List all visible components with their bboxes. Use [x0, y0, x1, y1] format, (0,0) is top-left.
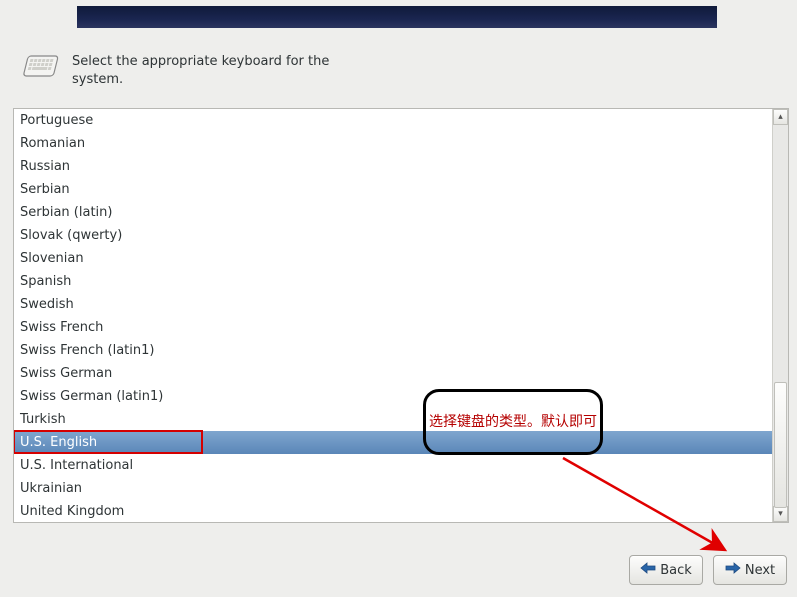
scroll-down-button[interactable]: ▾	[773, 506, 788, 522]
arrow-left-icon	[640, 562, 656, 578]
scroll-thumb[interactable]	[774, 382, 787, 508]
prompt-text: Select the appropriate keyboard for the …	[72, 53, 362, 88]
back-button-label: Back	[660, 563, 692, 578]
list-item[interactable]: Portuguese	[14, 109, 772, 132]
prompt-row: Select the appropriate keyboard for the …	[20, 53, 362, 88]
list-item[interactable]: United Kingdom	[14, 500, 772, 522]
list-item[interactable]: Swiss French (latin1)	[14, 339, 772, 362]
list-item[interactable]: Swiss German	[14, 362, 772, 385]
nav-button-bar: Back Next	[629, 555, 787, 585]
list-item[interactable]: Slovak (qwerty)	[14, 224, 772, 247]
list-item[interactable]: U.S. International	[14, 454, 772, 477]
keyboard-icon	[20, 53, 60, 85]
scroll-up-button[interactable]: ▴	[773, 109, 788, 125]
scrollbar-vertical[interactable]: ▴ ▾	[772, 109, 788, 522]
header-banner	[77, 6, 717, 28]
list-item[interactable]: Swiss French	[14, 316, 772, 339]
next-button-label: Next	[745, 563, 775, 578]
list-item[interactable]: Romanian	[14, 132, 772, 155]
list-item[interactable]: Swedish	[14, 293, 772, 316]
list-item[interactable]: U.S. English	[14, 431, 772, 454]
list-item[interactable]: Serbian (latin)	[14, 201, 772, 224]
list-item[interactable]: Spanish	[14, 270, 772, 293]
back-button[interactable]: Back	[629, 555, 703, 585]
list-item[interactable]: Russian	[14, 155, 772, 178]
scroll-track[interactable]	[773, 125, 788, 506]
keyboard-listbox[interactable]: PortugueseRomanianRussianSerbianSerbian …	[13, 108, 789, 523]
list-item[interactable]: Turkish	[14, 408, 772, 431]
list-item[interactable]: Swiss German (latin1)	[14, 385, 772, 408]
next-button[interactable]: Next	[713, 555, 787, 585]
arrow-right-icon	[725, 562, 741, 578]
list-item[interactable]: Slovenian	[14, 247, 772, 270]
list-item[interactable]: Ukrainian	[14, 477, 772, 500]
list-item[interactable]: Serbian	[14, 178, 772, 201]
